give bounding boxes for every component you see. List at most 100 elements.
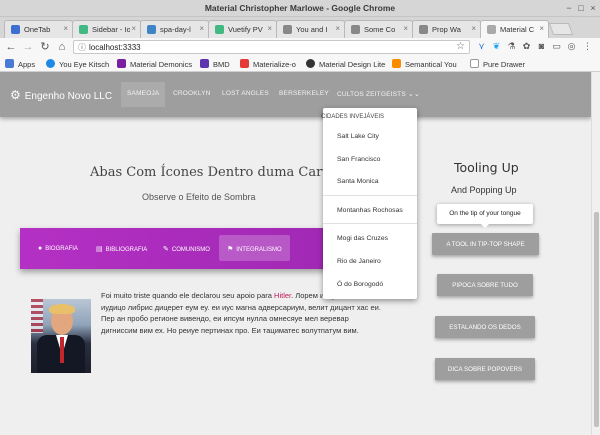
browser-tab[interactable]: Vuetify PV × — [208, 20, 277, 38]
dropdown-item[interactable]: Mogi das Cruzes — [337, 235, 388, 242]
bookmark-item[interactable]: Pure Drawer — [470, 59, 525, 69]
browser-tab[interactable]: Some Co × — [344, 20, 413, 38]
tab-favicon-icon — [283, 25, 292, 34]
dropdown-item[interactable]: Rio de Janeiro — [337, 258, 381, 265]
pipoca-button[interactable]: PIPOCA SOBRE TUDO — [437, 274, 533, 296]
dropdown-divider — [323, 195, 417, 196]
popovers-button[interactable]: DICA SOBRE POPOVERS — [435, 358, 535, 380]
scrollbar-thumb[interactable] — [594, 212, 599, 427]
bookmark-star-icon[interactable]: ☆ — [456, 41, 465, 52]
card-title: Abas Com Ícones Dentro duma Carta — [90, 165, 336, 180]
tab-label: BIBLIOGRAFIA — [105, 247, 148, 253]
wrench-icon: ✎ — [163, 246, 169, 253]
tab-integralismo[interactable]: ⚑ INTEGRALISMO — [219, 235, 290, 261]
tab-close-icon[interactable]: × — [539, 24, 544, 33]
extension-icon[interactable]: ⚗ — [506, 41, 517, 52]
home-icon[interactable]: ⌂ — [55, 40, 69, 54]
minimize-icon[interactable]: − — [564, 3, 574, 13]
page-scrollbar[interactable] — [591, 72, 600, 435]
browser-tab[interactable]: Prop Wa × — [412, 20, 481, 38]
tab-close-icon[interactable]: × — [335, 24, 340, 33]
tab-close-icon[interactable]: × — [199, 24, 204, 33]
apps-grid-icon — [5, 59, 14, 68]
tab-favicon-icon — [487, 25, 496, 34]
reload-icon[interactable]: ↻ — [38, 40, 52, 54]
dropdown-item[interactable]: Montanhas Rochosas — [337, 207, 403, 214]
tab-close-icon[interactable]: × — [131, 24, 136, 33]
gear-icon: ⚙ — [10, 88, 21, 102]
estalando-button[interactable]: ESTALANDO OS DEDOS — [435, 316, 535, 338]
tab-close-icon[interactable]: × — [403, 24, 408, 33]
nav-item-berserkeley[interactable]: BERSERKELEY — [279, 90, 329, 97]
tab-close-icon[interactable]: × — [63, 24, 68, 33]
tab-close-icon[interactable]: × — [267, 24, 272, 33]
bookmark-item[interactable]: You Eye Kitsch — [46, 59, 109, 69]
nav-item-lost-angles[interactable]: LOST ANGLES — [222, 90, 269, 97]
tab-label: OneTab — [24, 25, 51, 34]
tab-favicon-icon — [419, 25, 428, 34]
brand-logo[interactable]: ⚙ Engenho Novo LLC — [10, 88, 112, 102]
bookmark-label: Semantical You — [405, 60, 457, 69]
extension-icon[interactable]: ◎ — [566, 41, 577, 52]
forward-arrow-icon[interactable]: → — [21, 40, 35, 54]
tooltip-button[interactable]: A TOOL IN TIP-TOP SHAPE — [432, 233, 539, 255]
close-window-icon[interactable]: × — [588, 3, 598, 13]
browser-tab[interactable]: spa-day-l × — [140, 20, 209, 38]
browser-tab[interactable]: You and I × — [276, 20, 345, 38]
new-tab-button[interactable] — [548, 23, 574, 35]
bookmark-favicon-icon — [200, 59, 209, 68]
cities-dropdown: CIDADES INVEJÁVEIS Salt Lake City San Fr… — [321, 108, 417, 299]
extension-icon[interactable]: ◙ — [536, 41, 547, 52]
extension-icon[interactable]: ▭ — [551, 41, 562, 52]
dropdown-item[interactable]: San Francisco — [337, 156, 380, 163]
tooling-subtitle: And Popping Up — [451, 185, 517, 195]
hitler-link[interactable]: Hitler — [274, 291, 291, 300]
twitter-extension-icon[interactable]: ❦ — [491, 41, 502, 52]
tab-biografia[interactable]: ● BIOGRAFIA — [38, 245, 78, 252]
tab-label: Material C — [500, 25, 535, 34]
bookmark-item[interactable]: Material Design Lite — [306, 59, 385, 69]
extension-icon[interactable]: ⋎ — [476, 41, 487, 52]
address-url: localhost:3333 — [89, 43, 141, 52]
nav-item-crooklyn[interactable]: CROOKLYN — [173, 90, 211, 97]
bookmark-favicon-icon — [306, 59, 315, 68]
tab-label: INTEGRALISMO — [236, 247, 282, 253]
tab-label: BIOGRAFIA — [45, 246, 78, 252]
bookmark-label: Pure Drawer — [483, 60, 526, 69]
dropdown-item[interactable]: Ó do Borogodó — [337, 281, 383, 288]
app-navbar: ⚙ Engenho Novo LLC SAMEOJA CROOKLYN LOST … — [0, 72, 591, 117]
address-bar[interactable]: ⓘ localhost:3333 ☆ — [73, 40, 470, 54]
browser-toolbar: ← → ↻ ⌂ ⓘ localhost:3333 ☆ ⋎ ❦ ⚗ ✿ ◙ ▭ ◎… — [0, 38, 600, 56]
nav-item-cultos-zeitgeists[interactable]: CULTOS ZEITGEISTS ⌄⌄ — [337, 90, 420, 98]
bookmark-item[interactable]: Semantical You — [392, 59, 457, 69]
dropdown-divider — [323, 223, 417, 224]
tab-label: Sidebar - Ionic — [92, 25, 130, 34]
dropdown-item[interactable]: Santa Monica — [337, 178, 379, 185]
dropdown-item[interactable]: Salt Lake City — [337, 133, 379, 140]
tab-favicon-icon — [147, 25, 156, 34]
tab-comunismo[interactable]: ✎ COMUNISMO — [163, 245, 210, 253]
maximize-icon[interactable]: □ — [576, 3, 586, 13]
browser-tab-active[interactable]: Material C × — [480, 20, 549, 38]
tab-label: Some Co — [364, 25, 396, 34]
tab-bibliografia[interactable]: ▤ BIBLIOGRAFIA — [96, 245, 147, 253]
dropdown-header: CIDADES INVEJÁVEIS — [321, 114, 385, 120]
card-subtitle: Observe o Efeito de Sombra — [142, 192, 256, 202]
bookmark-item[interactable]: BMD — [200, 59, 230, 69]
browser-tab[interactable]: OneTab × — [4, 20, 73, 38]
back-arrow-icon[interactable]: ← — [4, 40, 18, 54]
body-text-part: Foi muito triste quando ele declarou seu… — [101, 291, 275, 300]
menu-icon[interactable]: ⋮ — [582, 41, 593, 52]
browser-tab[interactable]: Sidebar - Ionic × — [72, 20, 141, 38]
tab-favicon-icon — [11, 25, 20, 34]
bookmark-item[interactable]: Material Demonics — [117, 59, 192, 69]
bookmark-favicon-icon — [240, 59, 249, 68]
info-icon[interactable]: ⓘ — [78, 42, 86, 53]
bookmark-item[interactable]: Materialize-o — [240, 59, 296, 69]
tab-label: COMUNISMO — [171, 247, 210, 253]
extension-icon[interactable]: ✿ — [521, 41, 532, 52]
tab-favicon-icon — [351, 25, 360, 34]
nav-item-sameoja[interactable]: SAMEOJA — [121, 82, 166, 107]
bookmark-apps[interactable]: Apps — [5, 59, 35, 69]
tab-close-icon[interactable]: × — [471, 24, 476, 33]
